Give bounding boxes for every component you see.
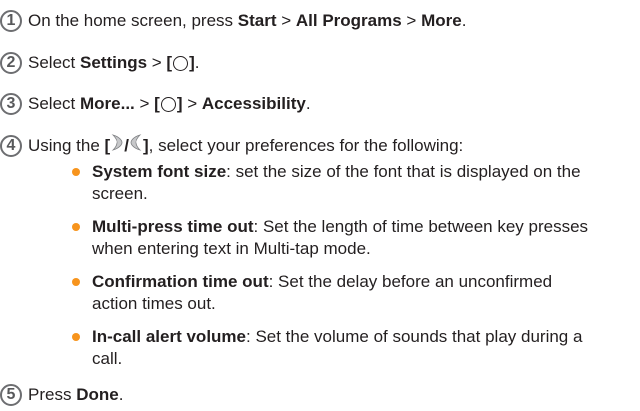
bullet-term: System font size [92,162,227,181]
step-number: 3 [0,93,22,115]
volume-up-icon [110,134,124,157]
bullet-term: Multi-press time out [92,217,254,236]
bracket-open: [ [154,94,160,113]
volume-down-icon [129,134,143,157]
step-number: 5 [0,384,22,406]
bullet-text-cont: when entering text in Multi-tap mode. [92,239,371,258]
step-number: 2 [0,52,22,74]
step-number: 4 [0,134,22,157]
separator: > [182,94,202,113]
period: . [305,94,311,113]
step-text: Select [28,94,80,113]
step-4: 4 Using the [ / ] , select your preferen… [0,134,463,157]
bullet-text: : Set the length of time between key pre… [253,217,589,236]
period: . [194,53,200,72]
step-text: Using the [28,135,105,155]
bullet-text-cont: call. [92,349,123,368]
bullet-confirmation-time-out: Confirmation time out: Set the delay bef… [68,271,633,315]
step-text: On the home screen, press [28,11,238,30]
instruction-page: 1 On the home screen, press Start > All … [0,0,640,411]
key-done: Done [76,385,119,404]
key-all-programs: All Programs [295,11,402,30]
step-1: 1 On the home screen, press Start > All … [0,10,466,32]
step-5: 5 Press Done . [0,384,123,406]
menu-more: More... [79,94,135,113]
bullet-system-font-size: System font size: set the size of the fo… [68,161,633,205]
step-text-tail: , select your preferences for the follow… [148,135,464,155]
bullet-term: Confirmation time out [92,272,269,291]
circle-key-icon [173,55,189,71]
bullet-text: : set the size of the font that is displ… [226,162,581,181]
step-text: Select [28,53,80,72]
bracket-open: [ [166,53,173,72]
bullet-multi-press-time-out: Multi-press time out: Set the length of … [68,216,633,260]
period: . [461,11,467,30]
menu-accessibility: Accessibility [201,94,306,113]
separator: > [134,94,155,113]
bullet-text-cont: screen. [92,184,148,203]
bullet-in-call-alert-volume: In-call alert volume: Set the volume of … [68,326,633,370]
bullet-dot [72,168,80,176]
bullet-text: : Set the delay before an unconfirmed [268,272,553,291]
bullet-dot [72,278,80,286]
step-2: 2 Select Settings > [ ] . [0,52,200,74]
bullet-term: In-call alert volume [92,327,246,346]
separator: > [276,11,296,30]
menu-settings: Settings [79,53,148,72]
bullet-text: : Set the volume of sounds that play dur… [246,327,583,346]
step-number: 1 [0,10,22,32]
separator: > [401,11,422,30]
key-start: Start [237,11,277,30]
bullet-dot [72,223,80,231]
circle-key-icon [160,96,176,112]
step-text: Press [28,385,77,404]
bullet-text-cont: action times out. [92,294,216,313]
key-more: More [421,11,462,30]
step-3: 3 Select More... > [ ] > Accessibility . [0,93,311,115]
bullet-dot [72,333,80,341]
period: . [118,385,124,404]
separator: > [147,53,167,72]
